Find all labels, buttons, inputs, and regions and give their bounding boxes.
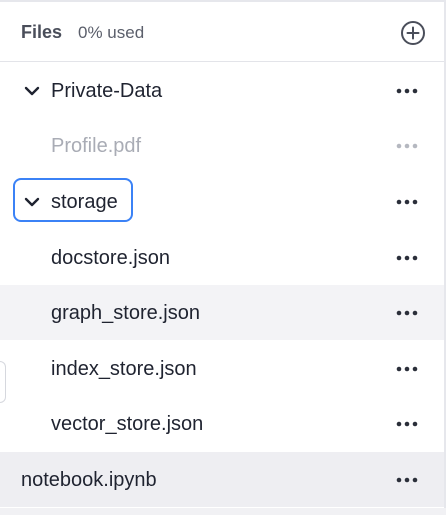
file-label: index_store.json: [51, 358, 197, 380]
storage-usage: 0% used: [78, 23, 145, 42]
files-title: Files: [21, 22, 63, 42]
more-options-icon[interactable]: [393, 416, 421, 432]
more-options-icon[interactable]: [393, 250, 421, 266]
more-options-icon[interactable]: [393, 83, 421, 99]
file-label: vector_store.json: [51, 413, 204, 435]
more-options-icon[interactable]: [393, 138, 421, 154]
file-label: graph_store.json: [51, 302, 200, 324]
tree-item-docstore-json[interactable]: docstore.json: [0, 230, 444, 285]
files-header: Files 0% used: [0, 2, 444, 62]
tree-item-notebook-ipynb[interactable]: notebook.ipynb: [0, 452, 444, 507]
file-label: docstore.json: [51, 247, 170, 269]
tree-item-storage-folder[interactable]: storage: [0, 174, 444, 229]
tree-item-profile-pdf[interactable]: Profile.pdf: [0, 118, 444, 173]
file-browser-panel: Files 0% used Private-Data Profile.pdf s…: [0, 0, 446, 515]
panel-resize-handle[interactable]: [0, 361, 6, 403]
chevron-down-icon[interactable]: [24, 194, 40, 210]
bottom-divider: [0, 508, 446, 515]
tree-item-vector-store-json[interactable]: vector_store.json: [0, 396, 444, 451]
more-options-icon[interactable]: [393, 194, 421, 210]
more-options-icon[interactable]: [393, 472, 421, 488]
plus-circle-icon: [401, 21, 425, 45]
more-options-icon[interactable]: [393, 305, 421, 321]
tree-item-graph-store-json[interactable]: graph_store.json: [0, 285, 444, 340]
folder-label: storage: [51, 191, 118, 213]
tree-item-private-data-folder[interactable]: Private-Data: [0, 63, 444, 118]
chevron-down-icon[interactable]: [24, 83, 40, 99]
folder-label: Private-Data: [51, 80, 163, 102]
add-file-button[interactable]: [400, 20, 426, 46]
file-label: notebook.ipynb: [21, 469, 157, 491]
file-label: Profile.pdf: [51, 135, 142, 157]
more-options-icon[interactable]: [393, 361, 421, 377]
tree-item-index-store-json[interactable]: index_store.json: [0, 341, 444, 396]
